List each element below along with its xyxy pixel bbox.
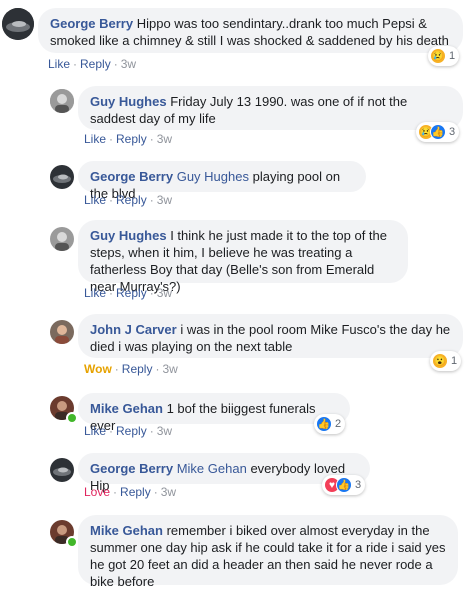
person-photo-icon [50,89,74,113]
comment-bubble: Mike Gehan remember i biked over almost … [78,515,458,589]
reaction-summary[interactable]: ♥ 👍 3 [322,475,366,495]
comment-reply: Guy Hughes I think he just made it to th… [0,208,474,302]
comment-actions: Like · Reply · 3w [84,286,173,300]
author-name[interactable]: George Berry [90,169,173,184]
reply-link[interactable]: Reply [122,362,153,376]
like-link[interactable]: Like [84,132,106,146]
comment-actions: Like · Reply · 3w [48,57,137,71]
reply-link[interactable]: Reply [116,286,147,300]
comment-reply: George Berry Mike Gehan everybody loved … [0,444,474,506]
like-link[interactable]: Like [84,424,106,438]
comment-bubble: John J Carver i was in the pool room Mik… [78,314,463,358]
reaction-count: 1 [449,50,456,62]
author-name[interactable]: John J Carver [90,322,177,337]
comment-actions: Like · Reply · 3w [84,193,173,207]
reaction-count: 3 [355,479,362,491]
like-reaction-icon: 👍 [336,477,352,493]
reply-link[interactable]: Reply [120,485,151,499]
avatar[interactable] [50,458,74,482]
author-name[interactable]: Guy Hughes [90,94,167,109]
comment-bubble: Mike Gehan 1 bof the biiggest funerals e… [78,393,350,433]
comment-actions: Like · Reply · 3w [84,132,173,146]
mentioned-user[interactable]: Guy Hughes [177,169,249,184]
comment-reply: Mike Gehan remember i biked over almost … [0,506,474,589]
comment: George Berry Hippo was too sendintary..d… [0,0,474,80]
avatar[interactable] [2,8,34,40]
comment-reply: George Berry Guy Hughes playing pool on … [0,150,474,208]
author-name[interactable]: Mike Gehan [90,523,163,538]
comment-reply: Guy Hughes Friday July 13 1990. was one … [0,80,474,150]
comment-bubble: George Berry Hippo was too sendintary..d… [38,8,463,53]
car-photo-icon [50,165,74,189]
timestamp[interactable]: 3w [162,362,177,376]
like-link[interactable]: Like [84,286,106,300]
reaction-summary[interactable]: 👍 2 [314,414,346,434]
reaction-summary[interactable]: 😮 1 [430,351,462,371]
wow-reaction-icon: 😮 [432,353,448,369]
online-status-indicator [66,412,78,424]
reaction-count: 3 [449,126,456,138]
sad-reaction-icon: 😢 [430,48,446,64]
online-status-indicator [66,536,78,548]
comment-actions: Love · Reply · 3w [84,485,177,499]
avatar[interactable] [50,227,74,251]
mentioned-user[interactable]: Mike Gehan [177,461,247,476]
car-photo-icon [2,8,34,40]
love-link[interactable]: Love [84,485,110,499]
like-reaction-icon: 👍 [430,124,446,140]
timestamp[interactable]: 3w [157,132,172,146]
comment-reply: John J Carver i was in the pool room Mik… [0,302,474,382]
reply-link[interactable]: Reply [116,424,147,438]
timestamp[interactable]: 3w [121,57,136,71]
reaction-summary[interactable]: 😢 👍 3 [416,122,460,142]
timestamp[interactable]: 3w [157,193,172,207]
avatar[interactable] [50,89,74,113]
timestamp[interactable]: 3w [157,286,172,300]
like-link[interactable]: Like [48,57,70,71]
like-link[interactable]: Like [84,193,106,207]
timestamp[interactable]: 3w [161,485,176,499]
reply-link[interactable]: Reply [80,57,111,71]
comment-bubble: George Berry Guy Hughes playing pool on … [78,161,366,201]
comment-actions: Like · Reply · 3w [84,424,173,438]
comment-actions: Wow · Reply · 3w [84,362,178,376]
reaction-count: 2 [335,418,342,430]
reaction-count: 1 [451,355,458,367]
like-reaction-icon: 👍 [316,416,332,432]
comment-bubble: Guy Hughes I think he just made it to th… [78,220,408,294]
comment-bubble: Guy Hughes Friday July 13 1990. was one … [78,86,463,130]
person-photo-icon [50,320,74,344]
avatar[interactable] [50,320,74,344]
timestamp[interactable]: 3w [157,424,172,438]
reaction-summary[interactable]: 😢 1 [428,46,460,66]
wow-link[interactable]: Wow [84,362,112,376]
person-photo-icon [50,227,74,251]
author-name[interactable]: Guy Hughes [90,228,167,243]
comment-reply: Mike Gehan 1 bof the biiggest funerals e… [0,382,474,444]
avatar[interactable] [50,165,74,189]
author-name[interactable]: George Berry [50,16,133,31]
reply-link[interactable]: Reply [116,193,147,207]
car-photo-icon [50,458,74,482]
reply-link[interactable]: Reply [116,132,147,146]
author-name[interactable]: Mike Gehan [90,401,163,416]
author-name[interactable]: George Berry [90,461,173,476]
